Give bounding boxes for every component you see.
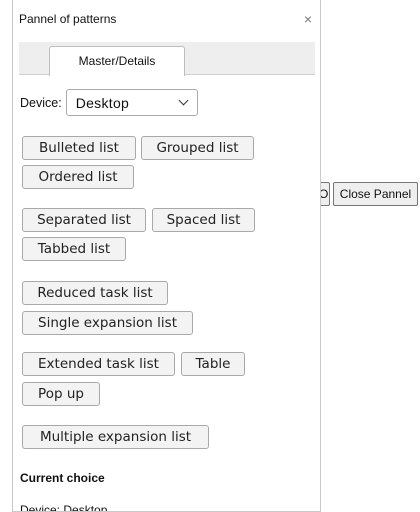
extended-task-list-button[interactable]: Extended task list <box>22 352 175 376</box>
device-label: Device: <box>20 95 62 110</box>
close-icon[interactable]: × <box>304 11 312 27</box>
current-choice-heading: Current choice <box>20 471 105 485</box>
grouped-list-button[interactable]: Grouped list <box>141 136 254 160</box>
device-row: Device: Desktop <box>20 89 198 116</box>
multiple-expansion-list-button[interactable]: Multiple expansion list <box>22 425 209 449</box>
spaced-list-button[interactable]: Spaced list <box>152 208 255 232</box>
panel-header: Pannel of patterns × <box>13 0 320 38</box>
tabbed-list-button[interactable]: Tabbed list <box>22 237 126 261</box>
ordered-list-button[interactable]: Ordered list <box>22 165 134 189</box>
panel-title: Pannel of patterns <box>19 12 117 26</box>
single-expansion-list-button[interactable]: Single expansion list <box>22 311 193 335</box>
current-device-text: Device: Desktop <box>20 503 108 512</box>
bulleted-list-button[interactable]: Bulleted list <box>22 136 136 160</box>
pop-up-button[interactable]: Pop up <box>22 382 100 406</box>
reduced-task-list-button[interactable]: Reduced task list <box>22 281 168 305</box>
close-panel-button[interactable]: Close Pannel <box>333 182 418 206</box>
device-select[interactable]: Desktop <box>65 89 198 116</box>
tab-master-details[interactable]: Master/Details <box>49 46 185 76</box>
table-button[interactable]: Table <box>181 352 245 376</box>
separated-list-button[interactable]: Separated list <box>22 208 146 232</box>
patterns-panel: Pannel of patterns × Master/Details Devi… <box>12 0 321 512</box>
tab-bar: Master/Details <box>19 42 315 76</box>
device-select-value: Desktop <box>75 94 130 111</box>
chevron-down-icon <box>178 95 189 106</box>
